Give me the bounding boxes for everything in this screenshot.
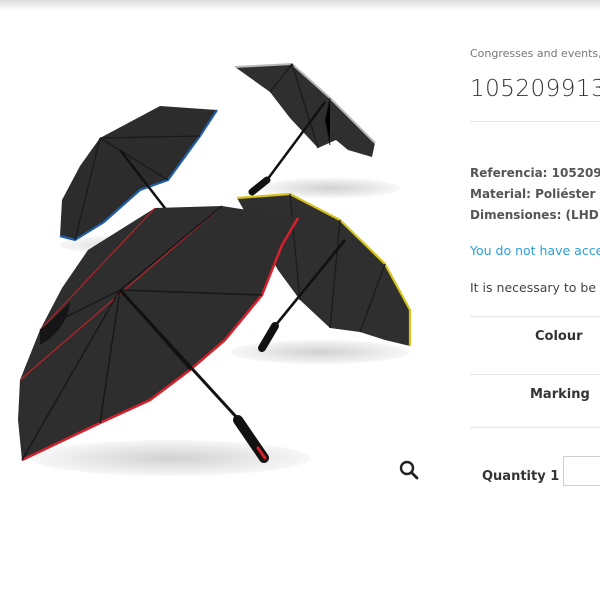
magnifier-icon[interactable] [398, 459, 420, 481]
product-image [18, 62, 412, 476]
product-gallery [0, 40, 440, 500]
access-link[interactable]: You do not have acce [470, 243, 600, 258]
spec-reference: Referencia: 1052099 [470, 166, 600, 180]
product-info: Congresses and events, 105209913 Referen… [470, 0, 600, 600]
spec-material: Material: Poliéster [470, 187, 596, 201]
quantity-label: Quantity 1 [482, 469, 560, 484]
breadcrumb[interactable]: Congresses and events, [470, 47, 600, 60]
login-note: It is necessary to be r [470, 280, 600, 295]
spec-dimensions: Dimensiones: (LHD) [470, 208, 600, 222]
umbrella-red [18, 205, 300, 463]
umbrella-grey [234, 62, 376, 196]
options-divider-bottom [470, 427, 600, 428]
title-divider [470, 121, 600, 122]
colour-label: Colour [535, 329, 583, 344]
marking-label: Marking [530, 387, 590, 402]
options-divider-middle [470, 374, 600, 375]
product-title: 105209913 [470, 76, 600, 102]
options-divider-top [470, 316, 600, 317]
quantity-input[interactable] [563, 456, 600, 486]
